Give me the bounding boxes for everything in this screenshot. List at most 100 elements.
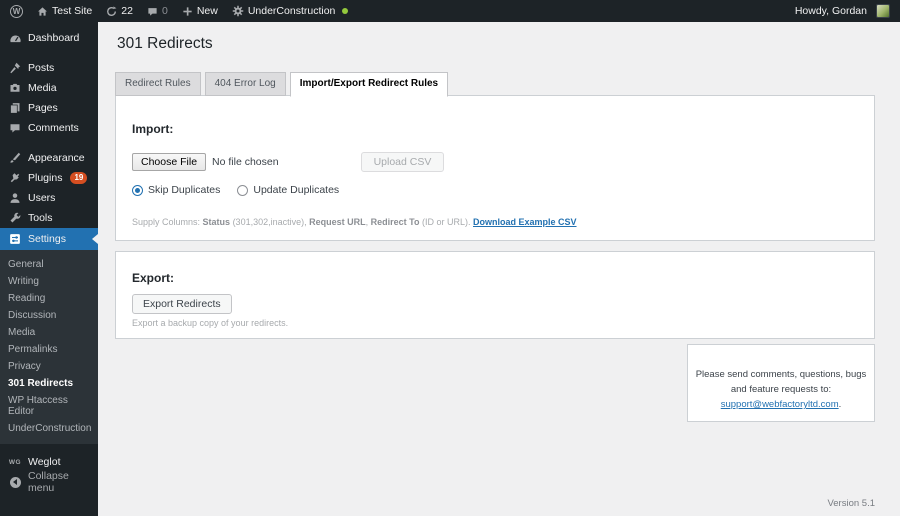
import-help-text: Supply Columns: Status (301,302,inactive… <box>132 217 858 227</box>
support-line2: and feature requests to: <box>731 384 831 395</box>
sidebar-item-label: Dashboard <box>28 32 79 44</box>
sidebar-item-tools[interactable]: Tools <box>0 208 98 228</box>
download-example-csv-link[interactable]: Download Example CSV <box>473 217 577 227</box>
help-column-status: Status <box>203 217 231 227</box>
sidebar-item-dashboard[interactable]: Dashboard <box>0 28 98 48</box>
duplicates-radio-group: Skip Duplicates Update Duplicates <box>132 184 858 196</box>
home-icon <box>37 6 48 17</box>
sidebar-item-label: Users <box>28 192 55 204</box>
sidebar-item-label: Pages <box>28 102 58 114</box>
sidebar-item-posts[interactable]: Posts <box>0 58 98 78</box>
tab-bar: Redirect Rules 404 Error Log Import/Expo… <box>115 72 875 96</box>
skip-duplicates-label[interactable]: Skip Duplicates <box>148 184 220 196</box>
submenu-item-general[interactable]: General <box>0 256 98 273</box>
sidebar-item-label: Posts <box>28 62 54 74</box>
avatar <box>876 4 890 18</box>
export-heading: Export: <box>132 271 858 285</box>
admin-bar: W Test Site 22 0 New <box>0 0 900 22</box>
wordpress-menu[interactable]: W <box>10 5 23 18</box>
support-box: Please send comments, questions, bugs an… <box>687 344 875 422</box>
pages-icon <box>8 102 22 114</box>
comments-link[interactable]: 0 <box>147 5 168 17</box>
submenu-item-media[interactable]: Media <box>0 324 98 341</box>
tab-404-error-log[interactable]: 404 Error Log <box>205 72 286 96</box>
sidebar-item-comments[interactable]: Comments <box>0 118 98 138</box>
help-prefix: Supply Columns: <box>132 217 203 227</box>
settings-submenu: General Writing Reading Discussion Media… <box>0 250 98 444</box>
export-description: Export a backup copy of your redirects. <box>132 318 858 328</box>
plus-icon <box>182 6 193 17</box>
choose-file-button[interactable]: Choose File <box>132 153 206 171</box>
support-suffix: . <box>839 399 842 410</box>
page-title: 301 Redirects <box>117 34 875 54</box>
import-heading: Import: <box>132 122 858 136</box>
file-chosen-status: No file chosen <box>212 156 279 168</box>
submenu-item-301-redirects[interactable]: 301 Redirects <box>0 375 98 392</box>
sidebar-item-plugins[interactable]: Plugins 19 <box>0 168 98 188</box>
upload-csv-button[interactable]: Upload CSV <box>361 152 445 172</box>
submenu-item-discussion[interactable]: Discussion <box>0 307 98 324</box>
admin-bar-right: Howdy, Gordan <box>795 4 890 18</box>
support-email-link[interactable]: support@webfactoryltd.com <box>721 399 839 410</box>
export-redirects-button[interactable]: Export Redirects <box>132 294 232 314</box>
tab-redirect-rules[interactable]: Redirect Rules <box>115 72 201 96</box>
file-input-row: Choose File No file chosen Upload CSV <box>132 152 858 172</box>
update-duplicates-radio[interactable] <box>237 185 248 196</box>
updates-link[interactable]: 22 <box>106 5 133 17</box>
weglot-icon: WG <box>8 459 22 466</box>
plugins-update-badge: 19 <box>70 172 87 184</box>
comment-count: 0 <box>162 5 168 17</box>
new-content-button[interactable]: New <box>182 5 218 17</box>
brush-icon <box>8 152 22 164</box>
site-name-link[interactable]: Test Site <box>37 5 92 17</box>
sidebar-item-label: Appearance <box>28 152 85 164</box>
submenu-item-underconstruction[interactable]: UnderConstruction <box>0 420 98 437</box>
submenu-item-reading[interactable]: Reading <box>0 290 98 307</box>
howdy-label: Howdy, Gordan <box>795 5 867 17</box>
admin-sidebar: Dashboard Posts Media Pages Comments App… <box>0 22 98 516</box>
sidebar-item-label: Weglot <box>28 456 61 468</box>
import-panel: Import: Choose File No file chosen Uploa… <box>115 95 875 241</box>
sidebar-item-pages[interactable]: Pages <box>0 98 98 118</box>
sidebar-item-media[interactable]: Media <box>0 78 98 98</box>
main-content: 301 Redirects Redirect Rules 404 Error L… <box>98 22 900 516</box>
plugin-version: Version 5.1 <box>827 498 875 509</box>
sidebar-item-weglot[interactable]: WG Weglot <box>0 452 98 472</box>
submenu-item-permalinks[interactable]: Permalinks <box>0 341 98 358</box>
submenu-item-writing[interactable]: Writing <box>0 273 98 290</box>
sidebar-item-label: Tools <box>28 212 53 224</box>
export-panel: Export: Export Redirects Export a backup… <box>115 251 875 339</box>
sidebar-item-label: Comments <box>28 122 79 134</box>
user-icon <box>8 192 22 204</box>
sidebar-item-appearance[interactable]: Appearance <box>0 148 98 168</box>
submenu-item-wp-htaccess-editor[interactable]: WP Htaccess Editor <box>0 392 98 420</box>
wordpress-logo-icon: W <box>10 5 23 18</box>
updates-icon <box>106 6 117 17</box>
update-count: 22 <box>121 5 133 17</box>
collapse-icon <box>8 477 22 488</box>
skip-duplicates-radio[interactable] <box>132 185 143 196</box>
underconstruction-shortcut[interactable]: UnderConstruction <box>232 5 349 17</box>
collapse-menu-button[interactable]: Collapse menu <box>0 472 98 492</box>
underconstruction-label: UnderConstruction <box>248 5 336 17</box>
sidebar-item-settings[interactable]: Settings <box>0 228 98 250</box>
current-menu-arrow <box>92 234 98 244</box>
gear-icon <box>232 5 244 17</box>
sidebar-item-label: Media <box>28 82 57 94</box>
help-redirect-note: (ID or URL). <box>419 217 473 227</box>
help-column-redirect-to: Redirect To <box>371 217 420 227</box>
plug-icon <box>8 172 22 184</box>
update-duplicates-label[interactable]: Update Duplicates <box>253 184 339 196</box>
pin-icon <box>8 62 22 74</box>
sidebar-item-label: Settings <box>28 233 66 245</box>
support-line1: Please send comments, questions, bugs <box>696 369 867 380</box>
settings-icon <box>8 233 22 245</box>
submenu-item-privacy[interactable]: Privacy <box>0 358 98 375</box>
collapse-menu-label: Collapse menu <box>28 470 92 494</box>
account-menu[interactable]: Howdy, Gordan <box>795 4 890 18</box>
help-status-note: (301,302,inactive), <box>230 217 309 227</box>
site-name-label: Test Site <box>52 5 92 17</box>
wrench-icon <box>8 212 22 224</box>
tab-import-export[interactable]: Import/Export Redirect Rules <box>290 72 448 97</box>
sidebar-item-users[interactable]: Users <box>0 188 98 208</box>
